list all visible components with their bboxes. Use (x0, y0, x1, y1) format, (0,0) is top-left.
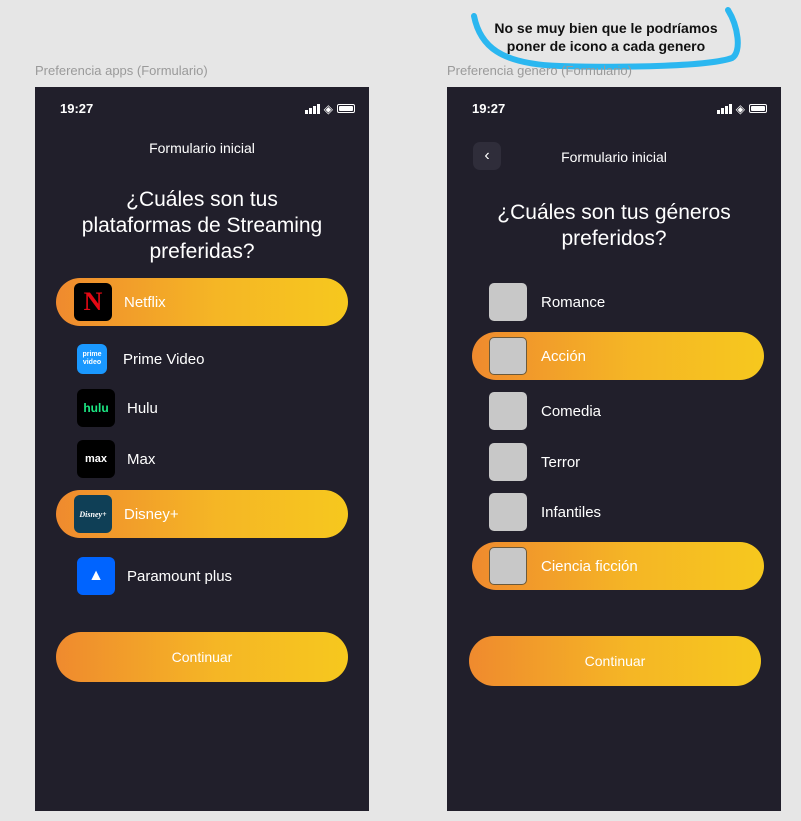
continue-button[interactable]: Continuar (469, 636, 761, 686)
question-heading: ¿Cuáles son tus plataformas de Streaming… (81, 188, 323, 263)
status-time: 19:27 (472, 101, 506, 116)
checkbox[interactable] (489, 547, 527, 585)
genre-option-comedia[interactable]: Comedia (472, 387, 764, 435)
annotation-line-2: poner de icono a cada genero (506, 38, 706, 54)
platform-option-netflix[interactable]: N Netflix (56, 278, 348, 326)
page-title: Formulario inicial (561, 149, 667, 165)
genre-option-infantiles[interactable]: Infantiles (472, 488, 764, 536)
battery-icon (337, 104, 355, 113)
platform-option-hulu[interactable]: hulu Hulu (56, 384, 348, 432)
question-heading: ¿Cuáles son tus géneros preferidos? (497, 201, 731, 250)
checkbox[interactable] (489, 493, 527, 531)
platform-option-disney-plus[interactable]: Disney+ Disney+ (56, 490, 348, 538)
signal-icon (304, 103, 320, 114)
hulu-icon: hulu (77, 389, 115, 427)
checkbox[interactable] (489, 443, 527, 481)
phone-frame-apps: 19:27 ◈ Formulario inicial ¿Cuáles son t… (35, 87, 369, 811)
phone-frame-genres: 19:27 ◈ ‹ Formulario inicial ¿Cuáles son… (447, 87, 781, 811)
signal-icon (716, 103, 732, 114)
page-title: Formulario inicial (149, 140, 255, 156)
status-bar: 19:27 ◈ (472, 101, 767, 116)
genre-option-ciencia-ficcion[interactable]: Ciencia ficción (472, 542, 764, 590)
platform-option-prime-video[interactable]: prime video Prime Video (56, 335, 348, 383)
disney-plus-icon: Disney+ (74, 495, 112, 533)
battery-icon (749, 104, 767, 113)
continue-button[interactable]: Continuar (56, 632, 348, 682)
status-time: 19:27 (60, 101, 94, 116)
frame-label-genres: Preferencia genero (Formulario) (447, 63, 632, 78)
checkbox[interactable] (489, 392, 527, 430)
max-icon: max (77, 440, 115, 478)
frame-label-apps: Preferencia apps (Formulario) (35, 63, 208, 78)
platform-option-paramount-plus[interactable]: ▲ Paramount plus (56, 552, 348, 600)
status-bar: 19:27 ◈ (60, 101, 355, 116)
annotation-note: No se muy bien que le podríamos poner de… (470, 6, 742, 70)
checkbox[interactable] (489, 283, 527, 321)
prime-video-icon: prime video (77, 344, 107, 374)
paramount-plus-icon: ▲ (77, 557, 115, 595)
annotation-line-1: No se muy bien que le podríamos (494, 20, 718, 36)
wifi-icon: ◈ (735, 101, 745, 116)
netflix-icon: N (74, 283, 112, 321)
wifi-icon: ◈ (323, 101, 333, 116)
genre-option-accion[interactable]: Acción (472, 332, 764, 380)
genre-option-terror[interactable]: Terror (472, 438, 764, 486)
checkbox[interactable] (489, 337, 527, 375)
platform-option-max[interactable]: max Max (56, 435, 348, 483)
genre-option-romance[interactable]: Romance (472, 278, 764, 326)
